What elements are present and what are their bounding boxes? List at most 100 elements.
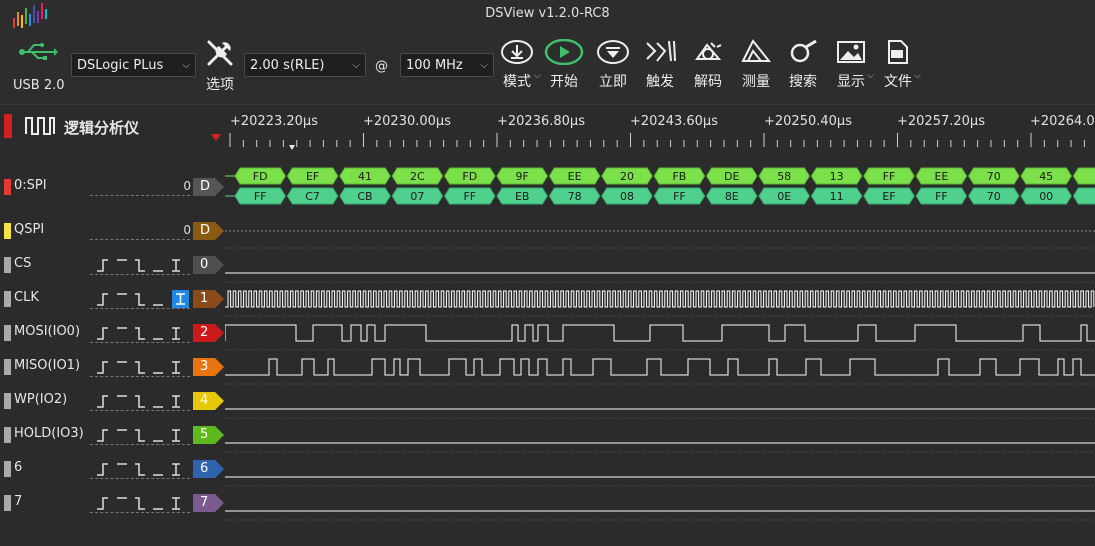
at-label: @ <box>375 59 388 74</box>
channel-name[interactable]: HOLD(IO3) <box>14 426 84 441</box>
channel-color-bar[interactable] <box>4 359 11 375</box>
decode-segment[interactable]: EE <box>916 168 966 184</box>
channel-tag[interactable]: D <box>193 222 225 240</box>
decode-segment[interactable]: 08 <box>602 188 652 204</box>
decode-segment[interactable]: 13 <box>811 168 861 184</box>
channel-tag-label: 0 <box>200 257 208 272</box>
channel-tag[interactable]: 5 <box>193 426 225 444</box>
decode-segment[interactable]: 9 <box>1073 188 1095 204</box>
usb-icon <box>18 42 58 66</box>
decode-segment[interactable]: 58 <box>759 168 809 184</box>
decode-segment[interactable]: 2C <box>392 168 442 184</box>
decode-segment[interactable]: FF <box>916 188 966 204</box>
channel-color-bar[interactable] <box>4 427 11 443</box>
channel-color-bar[interactable] <box>4 325 11 341</box>
channel-color-bar[interactable] <box>4 291 11 307</box>
channel-name[interactable]: CS <box>14 256 31 271</box>
channel-tag[interactable]: D <box>193 178 225 196</box>
start-button[interactable]: 开始 <box>544 39 584 91</box>
channel-color-bar[interactable] <box>4 495 11 511</box>
decode-segment[interactable]: FF <box>445 188 495 204</box>
channel-name[interactable]: MOSI(IO0) <box>14 324 80 339</box>
mode-icon <box>500 39 534 65</box>
channel-name[interactable]: 0:SPI <box>14 178 47 193</box>
trigger-label: 触发 <box>646 74 674 90</box>
search-button[interactable]: 搜索 <box>784 39 822 91</box>
decode-segment[interactable]: 70 <box>969 168 1019 184</box>
decode-segment[interactable]: DE <box>707 168 757 184</box>
channel-name[interactable]: MISO(IO1) <box>14 358 80 373</box>
channel-color-bar[interactable] <box>4 461 11 477</box>
decode-segment[interactable]: EF <box>287 168 337 184</box>
decode-segment[interactable]: FF <box>235 188 285 204</box>
options-button[interactable]: 选项 <box>204 38 236 94</box>
channel-name[interactable]: 6 <box>14 460 22 475</box>
decode-segment[interactable]: EF <box>864 188 914 204</box>
mode-button[interactable]: 模式 ⌵ <box>498 39 536 91</box>
trigger-button[interactable]: 触发 <box>641 39 679 91</box>
decode-segment[interactable]: C <box>1073 168 1095 184</box>
channel-tag[interactable]: 3 <box>193 358 225 376</box>
channel-tag-label: D <box>200 223 210 238</box>
channel-tag[interactable]: 2 <box>193 324 225 342</box>
channel-color-bar[interactable] <box>4 393 11 409</box>
channel-color-bar[interactable] <box>4 179 11 195</box>
time-ruler[interactable]: +20223.20µs+20230.00µs+20236.80µs+20243.… <box>225 105 1095 155</box>
channel-color-bar[interactable] <box>4 223 11 239</box>
ruler-tick-label: +20257.20µs <box>897 114 985 129</box>
decode-segment[interactable]: 07 <box>392 188 442 204</box>
measure-button[interactable]: 测量 <box>737 39 775 91</box>
mode-indicator <box>4 114 12 138</box>
selected-trigger-highlight[interactable] <box>172 290 189 308</box>
svg-text:FF: FF <box>673 190 686 203</box>
chevron-down-icon: ⌵ <box>480 54 488 78</box>
wrench-icon <box>205 38 235 68</box>
decode-segment[interactable]: 00 <box>1021 188 1071 204</box>
device-select[interactable]: DSLogic PLus ⌵ <box>71 53 196 77</box>
channel-tag[interactable]: 0 <box>193 256 225 274</box>
sample-rate-select[interactable]: 100 MHz ⌵ <box>400 53 494 77</box>
decode-segment[interactable]: 0E <box>759 188 809 204</box>
channel-tag[interactable]: 1 <box>193 290 225 308</box>
sample-depth-select[interactable]: 2.00 s(RLE) ⌵ <box>244 53 366 77</box>
decode-segment[interactable]: 45 <box>1021 168 1071 184</box>
decode-segment[interactable]: 70 <box>969 188 1019 204</box>
instant-button[interactable]: 立即 <box>594 39 632 91</box>
channel-name[interactable]: QSPI <box>14 222 44 237</box>
channel-tag[interactable]: 7 <box>193 494 225 512</box>
channel-tag-label: D <box>200 179 210 194</box>
decode-segment[interactable]: FB <box>654 168 704 184</box>
svg-text:FD: FD <box>253 170 268 183</box>
channel-color-bar[interactable] <box>4 257 11 273</box>
decode-segment[interactable]: FD <box>445 168 495 184</box>
ruler-tick-label: +20250.40µs <box>764 114 852 129</box>
channel-tag-label: 4 <box>200 393 208 408</box>
decode-segment[interactable]: FF <box>864 168 914 184</box>
channel-value: 0 <box>171 179 191 193</box>
channel-tag[interactable]: 4 <box>193 392 225 410</box>
svg-text:07: 07 <box>410 190 424 203</box>
decode-segment[interactable]: EB <box>497 188 547 204</box>
display-button[interactable]: 显示 ⌵ <box>832 39 870 91</box>
channel-underline <box>90 478 190 479</box>
decode-segment[interactable]: FD <box>235 168 285 184</box>
decode-segment[interactable]: FF <box>654 188 704 204</box>
decode-button[interactable]: 解码 <box>689 39 727 91</box>
channel-name[interactable]: 7 <box>14 494 22 509</box>
decode-segment[interactable]: CB <box>340 188 390 204</box>
decode-segment[interactable]: 20 <box>602 168 652 184</box>
channel-tag[interactable]: 6 <box>193 460 225 478</box>
channel-name[interactable]: WP(IO2) <box>14 392 67 407</box>
decode-segment[interactable]: C7 <box>287 188 337 204</box>
waveform-view[interactable]: FDEF412CFD9FEE20FBDE5813FFEE7045CFFC7CB0… <box>225 160 1095 542</box>
ruler-tick-label: +20264.0 <box>1030 114 1095 129</box>
decode-segment[interactable]: EE <box>549 168 599 184</box>
decode-segment[interactable]: 78 <box>549 188 599 204</box>
decode-segment[interactable]: 11 <box>811 188 861 204</box>
channel-name[interactable]: CLK <box>14 290 39 305</box>
decode-segment[interactable]: 41 <box>340 168 390 184</box>
decode-segment[interactable]: 8E <box>707 188 757 204</box>
decode-segment[interactable]: 9F <box>497 168 547 184</box>
sample-rate-value: 100 MHz <box>406 58 463 73</box>
file-button[interactable]: 文件 ⌵ <box>879 39 917 91</box>
